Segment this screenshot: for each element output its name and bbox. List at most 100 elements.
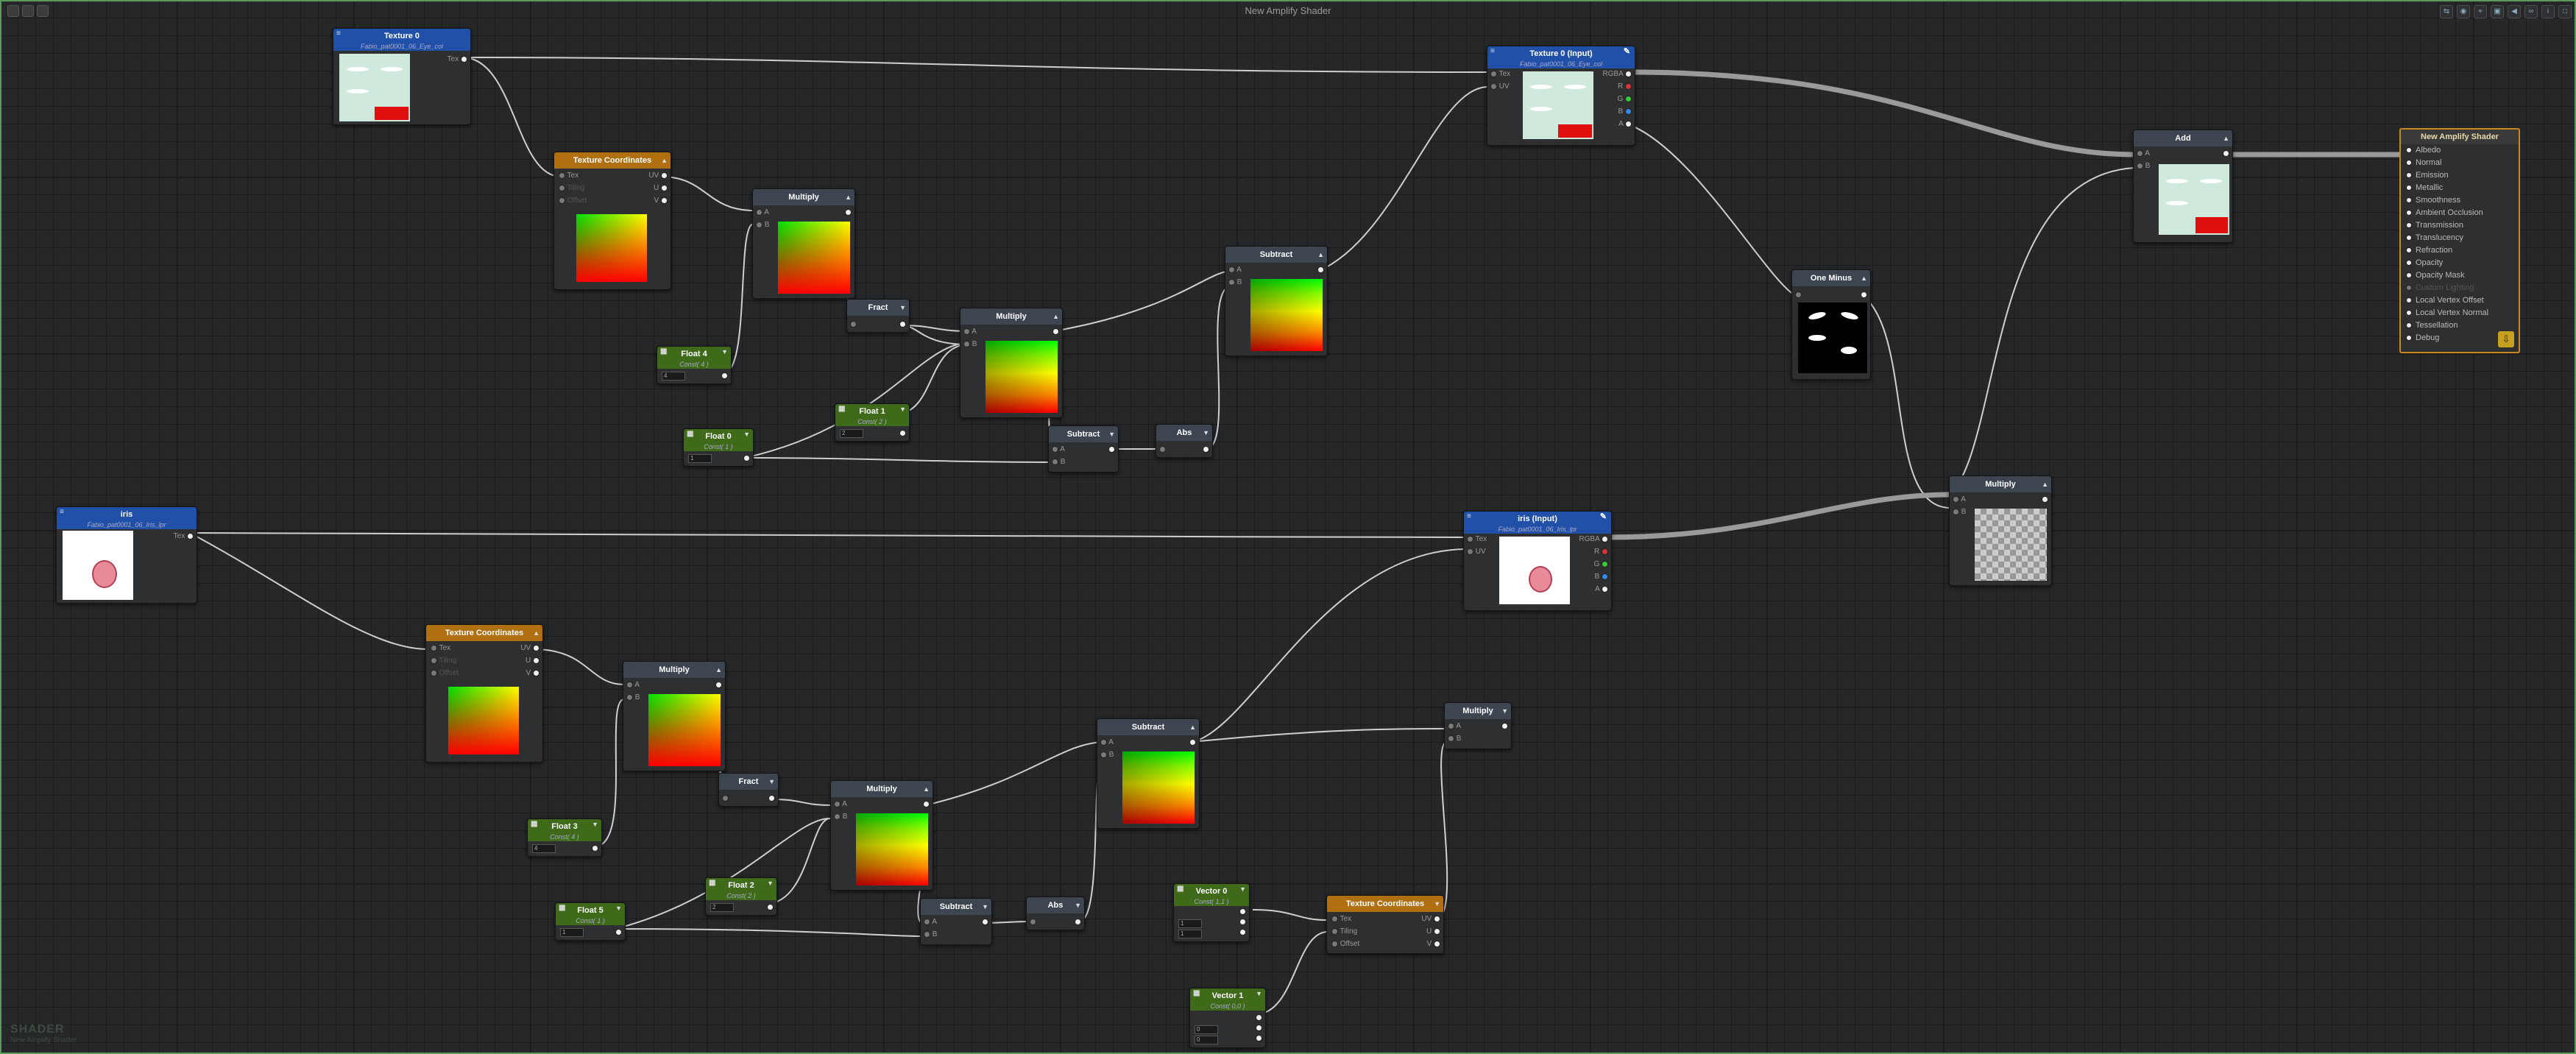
port-out[interactable] (982, 918, 988, 926)
value-field[interactable]: 4 (662, 372, 685, 381)
collapse-icon[interactable]: ▲ (1861, 270, 1867, 286)
port-a[interactable]: A (924, 918, 937, 926)
node-float-4[interactable]: ▦ Float 4 Const( 4 ) ▼ 4 (657, 346, 732, 384)
port-out[interactable] (845, 208, 852, 216)
port-in[interactable]: Tex (431, 644, 450, 652)
port-out[interactable] (1108, 445, 1115, 453)
master-input-row[interactable]: Albedo (2401, 144, 2519, 157)
port-out[interactable]: U (526, 657, 539, 665)
master-input-row[interactable]: Opacity (2401, 257, 2519, 269)
port-out[interactable] (592, 844, 598, 852)
collapse-icon[interactable]: ▲ (845, 189, 852, 205)
collapse-icon[interactable]: ▼ (899, 300, 906, 316)
camera-icon[interactable]: ◉ (2457, 5, 2470, 18)
node-fract[interactable]: Fract ▼ (846, 299, 910, 333)
port-out[interactable] (2042, 495, 2048, 503)
port-out[interactable] (1256, 1024, 1262, 1032)
node-iris[interactable]: ≡ iris Fabio_pat0001_06_Iris_lpr Tex (56, 506, 197, 604)
back-icon[interactable]: ◀ (2508, 5, 2521, 18)
collapse-icon[interactable]: ▼ (615, 903, 622, 913)
master-input-row[interactable]: Translucency (2401, 232, 2519, 244)
node-float-2[interactable]: ▦ Float 2 Const( 2 ) ▼ 2 (705, 877, 777, 916)
port-b[interactable]: B (963, 340, 977, 348)
collapse-icon[interactable]: ▲ (923, 781, 930, 797)
node-texture-0-input[interactable]: ≡ Texture 0 (Input) Fabio_pat0001_06_Eye_c… (1487, 46, 1635, 146)
collapse-icon[interactable]: ▼ (767, 878, 774, 888)
value-field[interactable]: 2 (840, 429, 863, 438)
collapse-icon[interactable]: ▼ (1108, 426, 1115, 442)
port-out[interactable] (721, 372, 728, 380)
node-multiply[interactable]: Multiply ▼ A B (1444, 702, 1512, 749)
collapse-icon[interactable]: ▼ (592, 819, 598, 830)
collapse-icon[interactable]: ▲ (1052, 308, 1059, 325)
port-in[interactable]: Tiling (431, 657, 456, 665)
port-tex[interactable]: Tex (447, 55, 467, 63)
value-field-y[interactable]: 0 (1195, 1036, 1218, 1044)
master-input-row[interactable]: Metallic (2401, 182, 2519, 194)
node-multiply[interactable]: Multiply ▲ A B (960, 308, 1063, 418)
port-in[interactable] (722, 794, 729, 802)
port-out[interactable]: V (1427, 940, 1440, 948)
node-texture-coordinates[interactable]: Texture Coordinates ▼ Tex Tiling Offset U… (1326, 895, 1444, 954)
port-in[interactable] (1159, 445, 1166, 453)
port-tex[interactable]: Tex (1490, 70, 1510, 78)
collapse-icon[interactable]: ▼ (1434, 896, 1440, 912)
port-out[interactable] (1203, 445, 1209, 453)
node-vector-0[interactable]: ▦ Vector 0 Const( 1,1 ) ▼ 1 1 (1173, 883, 1250, 942)
port-in[interactable]: Offset (431, 669, 459, 677)
node-multiply[interactable]: Multiply ▲ A B (623, 661, 726, 771)
port-out[interactable] (1256, 1034, 1262, 1042)
port-a[interactable]: A (1228, 266, 1242, 274)
node-float-5[interactable]: ▦ Float 5 Const( 1 ) ▼ 1 (555, 902, 626, 941)
collapse-icon[interactable]: ▼ (1501, 703, 1508, 719)
port-out[interactable] (1861, 291, 1867, 299)
port-b[interactable]: B (2137, 162, 2150, 170)
port-out[interactable]: UV (648, 171, 668, 180)
port-out[interactable] (1501, 722, 1508, 730)
port-b[interactable]: B (1448, 735, 1461, 743)
maximize-icon[interactable]: □ (2558, 5, 2572, 18)
port-out[interactable] (743, 454, 750, 462)
port-b[interactable]: B (756, 221, 769, 229)
port-out[interactable]: U (654, 184, 668, 192)
port-g[interactable]: G (1617, 95, 1632, 103)
node-texture-0[interactable]: ≡ Texture 0 Fabio_pat0001_06_Eye_col Tex (333, 28, 471, 125)
port-out[interactable]: V (654, 197, 668, 205)
port-a[interactable]: A (1052, 445, 1065, 453)
port-out[interactable] (1052, 328, 1059, 336)
collapse-icon[interactable]: ▼ (768, 774, 775, 790)
node-subtract[interactable]: Subtract ▼ A B (920, 898, 992, 945)
node-abs[interactable]: Abs ▼ (1026, 896, 1085, 930)
node-texture-coordinates[interactable]: Texture Coordinates ▲ Tex Tiling Offset U… (425, 624, 543, 763)
menu-icon[interactable]: ≡ (1490, 46, 1495, 57)
port-a[interactable]: A (1953, 495, 1966, 503)
collapse-icon[interactable]: ▼ (899, 404, 906, 414)
port-r[interactable]: R (1594, 548, 1608, 556)
port-b[interactable]: B (1595, 573, 1608, 581)
port-out[interactable] (715, 681, 722, 689)
node-vector-1[interactable]: ▦ Vector 1 Const( 0,0 ) ▼ 0 0 (1189, 988, 1266, 1048)
collapse-icon[interactable]: ▼ (982, 899, 988, 915)
port-rgba[interactable]: RGBA (1579, 535, 1608, 543)
node-multiply[interactable]: Multiply ▲ A B (830, 780, 933, 891)
collapse-icon[interactable]: ▼ (1203, 425, 1209, 441)
collapse-icon[interactable]: ▼ (1075, 897, 1081, 913)
share-icon[interactable]: ⇆ (2440, 5, 2453, 18)
node-fract[interactable]: Fract ▼ (718, 773, 779, 807)
port-a[interactable]: A (1100, 738, 1114, 746)
port-out[interactable] (1189, 738, 1196, 746)
master-input-row[interactable]: Local Vertex Offset (2401, 294, 2519, 307)
value-field[interactable]: 1 (688, 454, 712, 463)
port-in[interactable]: Tiling (1331, 927, 1357, 935)
fit-icon[interactable]: ▣ (2491, 5, 2504, 18)
node-float-3[interactable]: ▦ Float 3 Const( 4 ) ▼ 4 (527, 818, 602, 857)
port-out[interactable] (899, 320, 906, 328)
node-texture-coordinates[interactable]: Texture Coordinates ▲ Tex Tiling Offset U… (553, 152, 671, 290)
value-field[interactable]: 4 (532, 844, 556, 853)
port-tex[interactable]: Tex (174, 532, 194, 540)
port-uv[interactable]: UV (1467, 548, 1486, 556)
port-a[interactable]: A (1595, 585, 1608, 593)
port-out[interactable] (1075, 918, 1081, 926)
port-in[interactable]: Offset (559, 197, 587, 205)
menu-icon[interactable]: ≡ (1467, 512, 1471, 522)
